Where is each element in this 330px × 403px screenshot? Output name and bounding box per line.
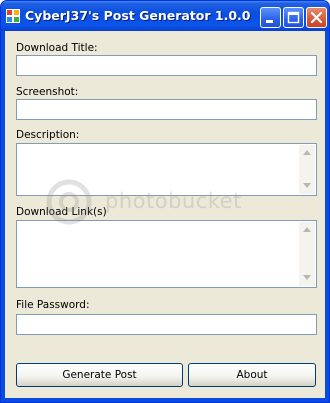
screenshot-input[interactable] — [16, 99, 317, 120]
description-scroll-up-button[interactable] — [299, 145, 315, 161]
about-button[interactable]: About — [188, 363, 316, 387]
description-label: Description: — [16, 129, 80, 141]
minimize-button[interactable] — [260, 7, 281, 28]
scroll-up-icon — [303, 227, 311, 232]
minimize-icon — [266, 20, 273, 23]
maximize-button[interactable] — [283, 7, 304, 28]
download-links-scroll-down-button[interactable] — [299, 270, 315, 286]
file-password-label: File Password: — [16, 299, 90, 311]
scroll-down-icon — [303, 275, 311, 280]
download-links-label: Download Link(s) — [16, 206, 107, 218]
generate-post-button[interactable]: Generate Post — [16, 363, 183, 387]
close-button[interactable] — [306, 7, 327, 28]
download-title-input[interactable] — [16, 55, 317, 76]
description-scrollbar[interactable] — [299, 145, 315, 194]
title-bar[interactable]: CyberJ37's Post Generator 1.0.0 — [1, 1, 329, 31]
download-links-scrollbar[interactable] — [299, 222, 315, 286]
form-area: Download Title: Screenshot: Description:… — [5, 31, 325, 398]
app-icon — [6, 9, 20, 23]
download-links-scroll-up-button[interactable] — [299, 222, 315, 238]
scroll-up-icon — [303, 150, 311, 155]
screenshot-label: Screenshot: — [16, 86, 79, 98]
maximize-icon — [287, 11, 300, 24]
download-links-textarea[interactable] — [16, 220, 317, 288]
description-scroll-down-button[interactable] — [299, 178, 315, 194]
scroll-down-icon — [303, 183, 311, 188]
description-textarea[interactable] — [16, 143, 317, 196]
window-title: CyberJ37's Post Generator 1.0.0 — [25, 8, 251, 23]
app-window: CyberJ37's Post Generator 1.0.0 Download… — [0, 0, 330, 403]
download-title-label: Download Title: — [16, 42, 98, 54]
close-icon — [310, 11, 323, 24]
file-password-input[interactable] — [16, 314, 317, 335]
